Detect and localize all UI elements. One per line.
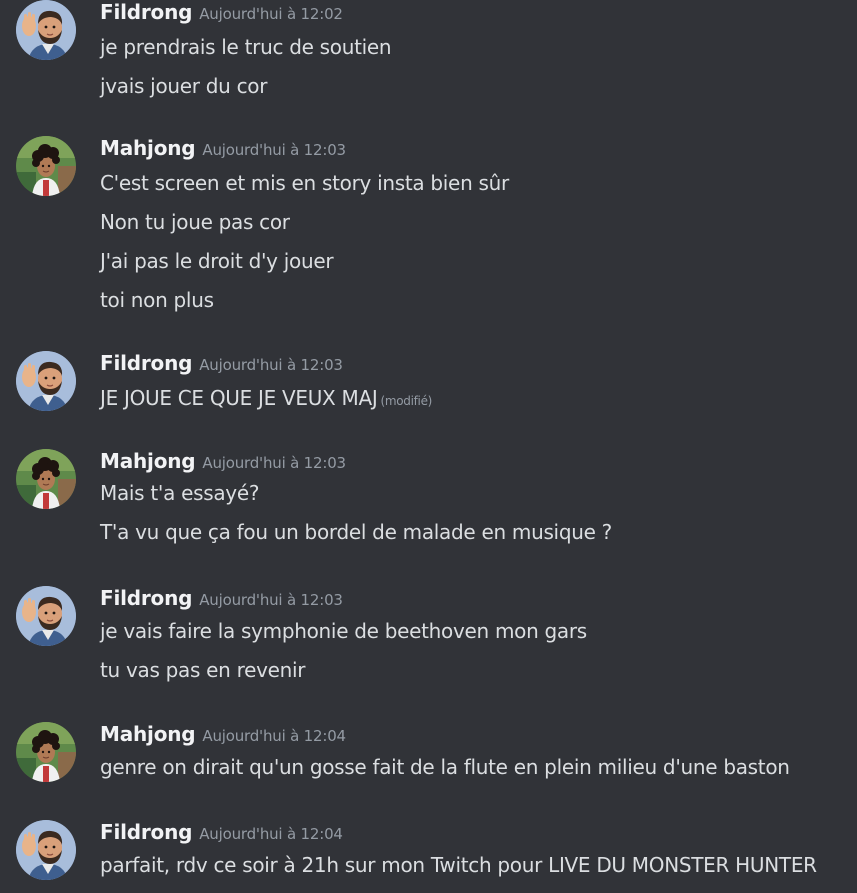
- bearded-man-waving-avatar-icon[interactable]: [16, 586, 76, 646]
- bearded-man-waving-avatar-icon[interactable]: [16, 351, 76, 411]
- bearded-man-waving-avatar-icon[interactable]: [16, 0, 76, 60]
- edited-label: (modifié): [380, 394, 433, 408]
- message-text: genre on dirait qu'un gosse fait de la f…: [100, 755, 790, 779]
- message-text: tu vas pas en revenir: [100, 658, 306, 682]
- message-timestamp: Aujourd'hui à 12:03: [202, 454, 346, 472]
- message-text: parfait, rdv ce soir à 21h sur mon Twitc…: [100, 853, 817, 877]
- author-name[interactable]: Mahjong: [100, 449, 196, 473]
- message-text: toi non plus: [100, 288, 214, 312]
- curly-hair-man-avatar-icon[interactable]: [16, 449, 76, 509]
- message-header: Fildrong Aujourd'hui à 12:02: [100, 0, 343, 28]
- message-header: Fildrong Aujourd'hui à 12:03: [100, 586, 343, 614]
- message-header: Mahjong Aujourd'hui à 12:03: [100, 136, 346, 164]
- message-header: Mahjong Aujourd'hui à 12:03: [100, 449, 346, 477]
- message-timestamp: Aujourd'hui à 12:03: [199, 591, 343, 609]
- message-header: Fildrong Aujourd'hui à 12:03: [100, 351, 343, 379]
- message-text: je prendrais le truc de soutien: [100, 35, 392, 59]
- author-name[interactable]: Fildrong: [100, 0, 192, 24]
- message-text: JE JOUE CE QUE JE VEUX MAJ (modifié): [100, 384, 432, 412]
- message-text: Mais t'a essayé?: [100, 481, 260, 505]
- author-name[interactable]: Fildrong: [100, 820, 192, 844]
- message-text: jvais jouer du cor: [100, 74, 268, 98]
- message-timestamp: Aujourd'hui à 12:04: [202, 727, 346, 745]
- message-timestamp: Aujourd'hui à 12:04: [199, 825, 343, 843]
- message-text: je vais faire la symphonie de beethoven …: [100, 619, 587, 643]
- author-name[interactable]: Mahjong: [100, 722, 196, 746]
- curly-hair-man-avatar-icon[interactable]: [16, 722, 76, 782]
- message-header: Mahjong Aujourd'hui à 12:04: [100, 722, 346, 750]
- author-name[interactable]: Fildrong: [100, 351, 192, 375]
- message-text: T'a vu que ça fou un bordel de malade en…: [100, 520, 612, 544]
- message-text: C'est screen et mis en story insta bien …: [100, 171, 509, 195]
- curly-hair-man-avatar-icon[interactable]: [16, 136, 76, 196]
- bearded-man-waving-avatar-icon[interactable]: [16, 820, 76, 880]
- message-text-content: JE JOUE CE QUE JE VEUX MAJ: [100, 386, 378, 410]
- message-timestamp: Aujourd'hui à 12:03: [202, 141, 346, 159]
- author-name[interactable]: Fildrong: [100, 586, 192, 610]
- message-text: Non tu joue pas cor: [100, 210, 290, 234]
- author-name[interactable]: Mahjong: [100, 136, 196, 160]
- message-text: J'ai pas le droit d'y jouer: [100, 249, 334, 273]
- message-timestamp: Aujourd'hui à 12:03: [199, 356, 343, 374]
- message-header: Fildrong Aujourd'hui à 12:04: [100, 820, 343, 848]
- message-timestamp: Aujourd'hui à 12:02: [199, 5, 343, 23]
